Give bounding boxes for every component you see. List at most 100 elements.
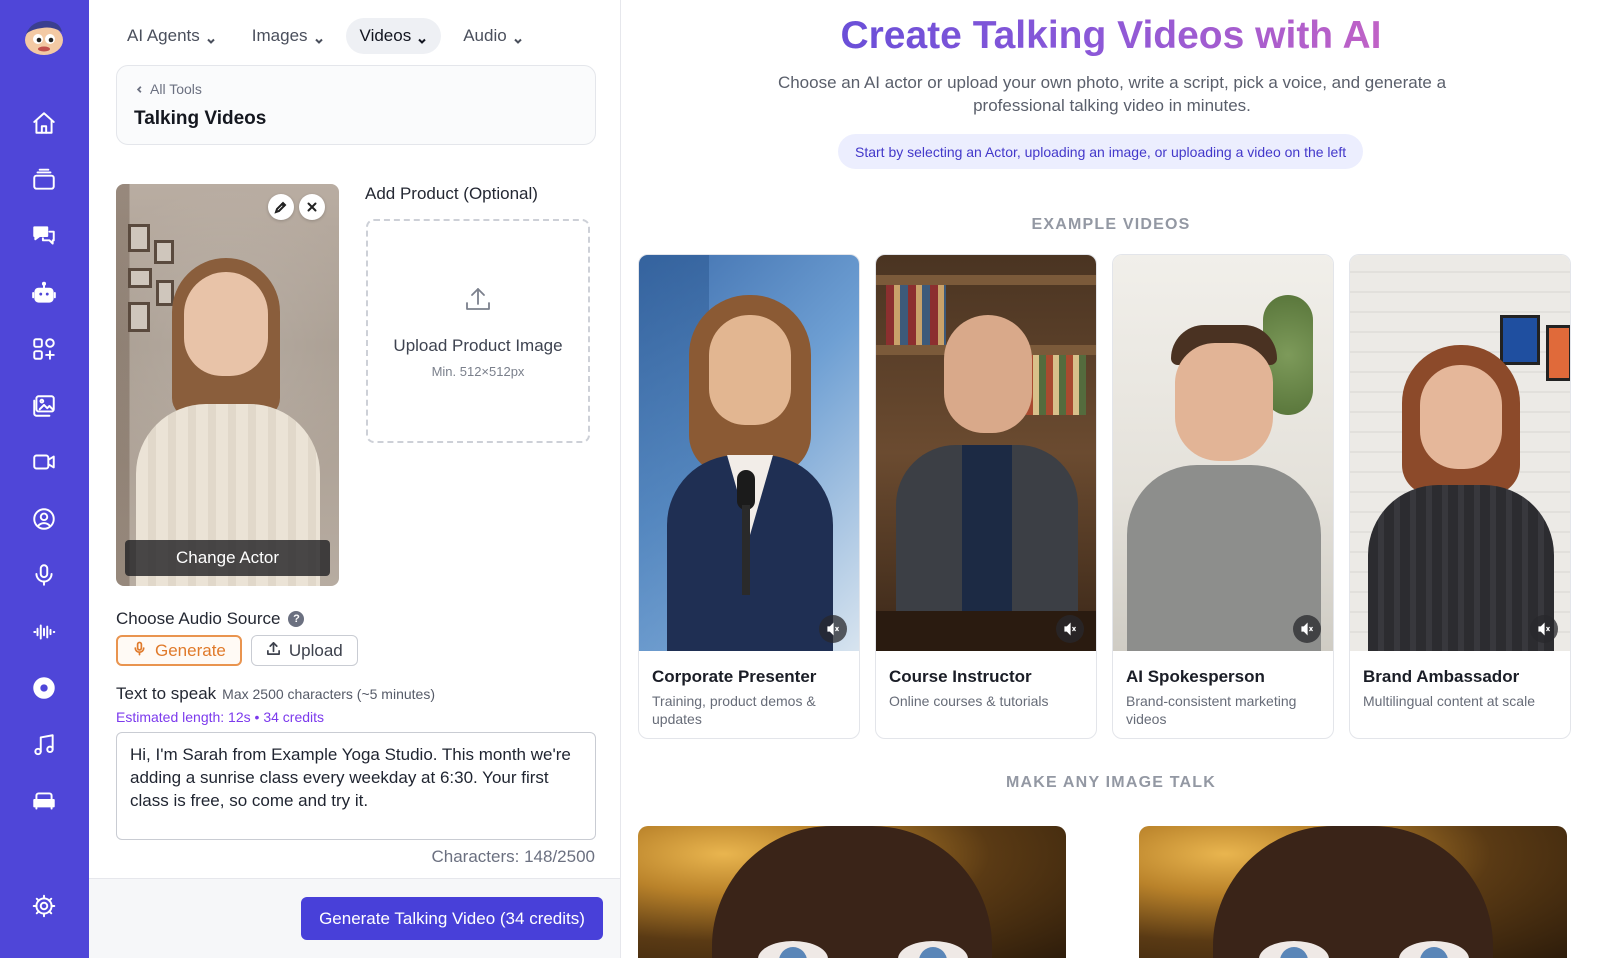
tab-images[interactable]: Images (238, 18, 338, 54)
generate-talking-video-button[interactable]: Generate Talking Video (34 credits) (301, 897, 603, 940)
example-videos-heading: EXAMPLE VIDEOS (1031, 216, 1191, 233)
settings-icon[interactable] (29, 891, 59, 921)
chat-icon[interactable] (29, 221, 59, 251)
audio-source-options: Generate Upload (116, 635, 358, 666)
mute-icon[interactable] (819, 615, 847, 643)
example-thumbnail (1350, 255, 1570, 651)
upload-label: Upload (288, 640, 343, 660)
apps-icon[interactable] (29, 334, 59, 364)
example-title: Brand Ambassador (1363, 667, 1520, 686)
mute-icon[interactable] (1530, 615, 1558, 643)
tool-panel: AI Agents Images Videos Audio All Tools … (89, 0, 621, 958)
example-card-corporate-presenter[interactable]: Corporate Presenter Training, product de… (638, 254, 860, 739)
change-actor-button[interactable]: Change Actor (125, 540, 330, 576)
panel-footer: Generate Talking Video (34 credits) (89, 878, 620, 958)
mute-icon[interactable] (1293, 615, 1321, 643)
example-thumbnail (1113, 255, 1333, 651)
robot-icon[interactable] (29, 278, 59, 308)
tab-label: Images (251, 26, 308, 45)
chevron-down-icon (417, 31, 427, 44)
hero-title: Create Talking Videos with AI (622, 14, 1600, 58)
music-icon[interactable] (29, 730, 59, 760)
estimated-length: Estimated length: 12s • 34 credits (116, 709, 325, 725)
tab-label: AI Agents (127, 26, 200, 45)
sidebar-rail (0, 0, 89, 958)
tab-videos[interactable]: Videos (345, 18, 442, 54)
chevron-down-icon (513, 31, 523, 44)
hero-title-text: Create Talking Videos with AI (840, 14, 1382, 57)
chevron-down-icon (314, 31, 324, 44)
example-card-brand-ambassador[interactable]: Brand Ambassador Multilingual content at… (1349, 254, 1571, 739)
example-desc: Brand-consistent marketing videos (1126, 693, 1297, 727)
back-to-all-tools-link[interactable]: All Tools (135, 81, 202, 97)
video-icon[interactable] (29, 447, 59, 477)
generate-audio-button[interactable]: Generate (116, 635, 242, 666)
portrait-iris (779, 947, 807, 958)
tab-label: Videos (359, 26, 412, 45)
mute-icon[interactable] (1056, 615, 1084, 643)
hint-pill: Start by selecting an Actor, uploading a… (838, 134, 1364, 169)
sofa-icon[interactable] (29, 786, 59, 816)
example-thumbnail (876, 255, 1096, 651)
tts-label-text: Text to speak (116, 684, 217, 703)
make-image-talk-heading: MAKE ANY IMAGE TALK (1005, 774, 1217, 791)
text-to-speak-label: Text to speak Max 2500 characters (~5 min… (116, 684, 435, 704)
actor-preview[interactable]: Change Actor (116, 184, 339, 586)
tab-ai-agents[interactable]: AI Agents (113, 18, 230, 54)
example-title: AI Spokesperson (1126, 667, 1265, 686)
edit-icon[interactable] (268, 194, 294, 220)
example-desc: Training, product demos & updates (652, 693, 816, 727)
portrait-iris (1280, 947, 1308, 958)
microphone-icon (132, 641, 147, 661)
main-content: Create Talking Videos with AI Choose an … (622, 0, 1600, 958)
add-product-label: Add Product (Optional) (365, 184, 538, 203)
app-logo-icon[interactable] (22, 16, 66, 56)
upload-audio-button[interactable]: Upload (250, 635, 358, 666)
image-talk-after[interactable] (1139, 826, 1567, 958)
example-desc: Online courses & tutorials (889, 693, 1049, 709)
wall-frame (156, 280, 174, 306)
example-title: Corporate Presenter (652, 667, 817, 686)
gallery-icon[interactable] (29, 391, 59, 421)
tab-label: Audio (463, 26, 507, 45)
chevron-left-icon (135, 81, 144, 97)
audio-source-text: Choose Audio Source (116, 609, 281, 628)
upload-product-dropzone[interactable]: Upload Product Image Min. 512×512px (366, 219, 590, 443)
image-talk-before[interactable] (638, 826, 1066, 958)
portrait-iris (1420, 947, 1448, 958)
example-cards: Corporate Presenter Training, product de… (638, 254, 1571, 739)
wall-frame (128, 302, 150, 332)
example-card-course-instructor[interactable]: Course Instructor Online courses & tutor… (875, 254, 1097, 739)
example-thumbnail (639, 255, 859, 651)
disc-icon[interactable] (29, 673, 59, 703)
wall-frame (128, 224, 150, 252)
user-circle-icon[interactable] (29, 504, 59, 534)
close-icon[interactable] (299, 194, 325, 220)
tab-audio[interactable]: Audio (449, 18, 536, 54)
example-desc: Multilingual content at scale (1363, 693, 1535, 709)
inbox-icon[interactable] (29, 165, 59, 195)
generate-label: Generate (155, 640, 226, 660)
microphone-icon[interactable] (29, 560, 59, 590)
hero-subtitle: Choose an AI actor or upload your own ph… (777, 73, 1447, 115)
example-card-ai-spokesperson[interactable]: AI Spokesperson Brand-consistent marketi… (1112, 254, 1334, 739)
top-nav: AI Agents Images Videos Audio (113, 18, 537, 54)
waveform-icon[interactable] (29, 617, 59, 647)
portrait-face (712, 826, 992, 958)
back-label: All Tools (150, 81, 202, 97)
home-icon[interactable] (29, 108, 59, 138)
upload-icon (266, 641, 281, 661)
portrait-face (1213, 826, 1493, 958)
chevron-down-icon (206, 31, 216, 44)
wall-frame (154, 240, 174, 264)
wall-frame (128, 268, 152, 288)
audio-source-label: Choose Audio Source ? (116, 609, 305, 629)
script-textarea[interactable]: Hi, I'm Sarah from Example Yoga Studio. … (116, 732, 596, 840)
tts-max-note: Max 2500 characters (~5 minutes) (222, 686, 435, 702)
portrait-iris (919, 947, 947, 958)
actor-face (184, 272, 268, 376)
help-icon[interactable]: ? (288, 611, 305, 627)
upload-title: Upload Product Image (393, 336, 563, 355)
page-title: Talking Videos (134, 108, 267, 129)
upload-hint: Min. 512×512px (431, 364, 525, 379)
